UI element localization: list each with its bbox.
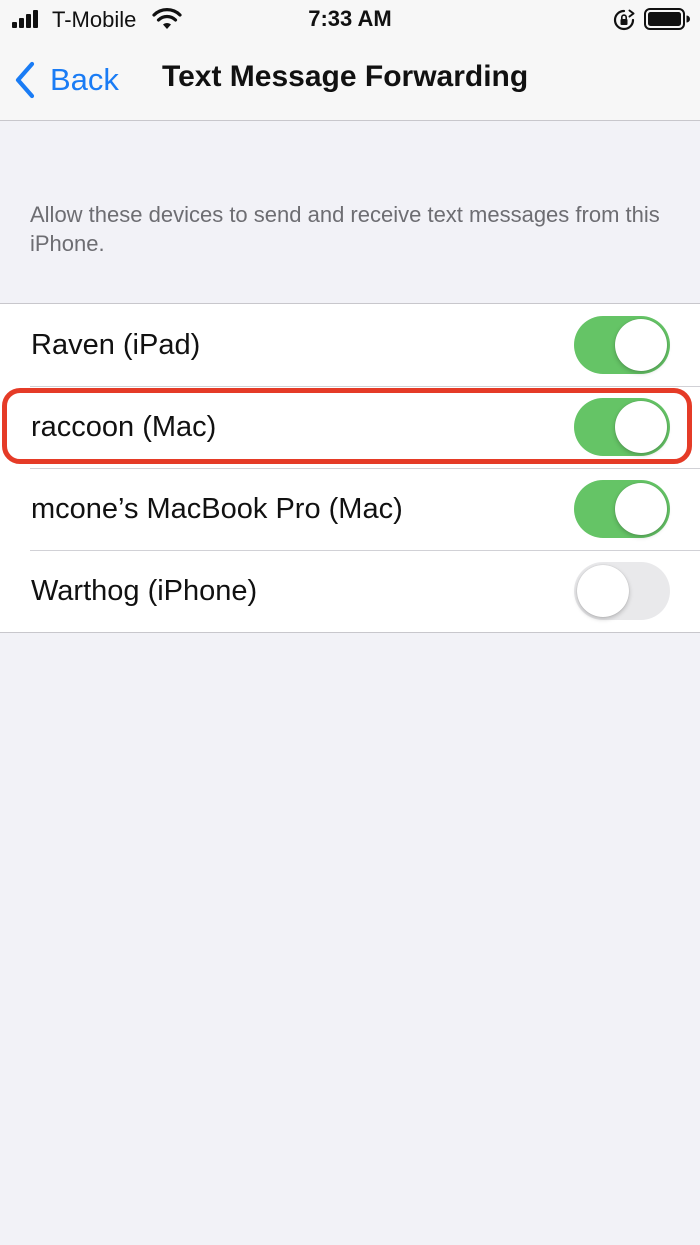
rotation-lock-icon: [613, 9, 635, 31]
toggle-knob: [615, 483, 667, 535]
page-title: Text Message Forwarding: [162, 60, 529, 93]
status-bar: T-Mobile 7:33 AM: [0, 0, 700, 40]
device-label: Warthog (iPhone): [31, 575, 258, 607]
navigation-bar: Back Text Message Forwarding: [0, 40, 700, 121]
device-toggle[interactable]: [574, 562, 670, 620]
device-row-warthog-iphone: Warthog (iPhone): [0, 550, 700, 632]
toggle-knob: [577, 565, 629, 617]
toggle-knob: [615, 401, 667, 453]
device-row-macbook-pro: mcone’s MacBook Pro (Mac): [0, 468, 700, 550]
device-label: Raven (iPad): [31, 329, 201, 361]
device-label: mcone’s MacBook Pro (Mac): [31, 493, 403, 525]
device-row-raccoon-mac: raccoon (Mac): [0, 386, 700, 468]
chevron-left-icon: [15, 61, 35, 99]
status-time: 7:33 AM: [308, 6, 392, 31]
back-button[interactable]: Back: [14, 58, 119, 102]
toggle-knob: [615, 319, 667, 371]
section-description: Allow these devices to send and receive …: [30, 202, 660, 256]
device-list: Raven (iPad) raccoon (Mac) mcone’s MacBo…: [0, 303, 700, 633]
battery-icon: [644, 8, 690, 30]
device-row-raven-ipad: Raven (iPad): [0, 304, 700, 386]
device-label: raccoon (Mac): [31, 411, 217, 443]
device-toggle[interactable]: [574, 316, 670, 374]
device-toggle[interactable]: [574, 480, 670, 538]
back-label: Back: [50, 62, 119, 97]
device-toggle[interactable]: [574, 398, 670, 456]
